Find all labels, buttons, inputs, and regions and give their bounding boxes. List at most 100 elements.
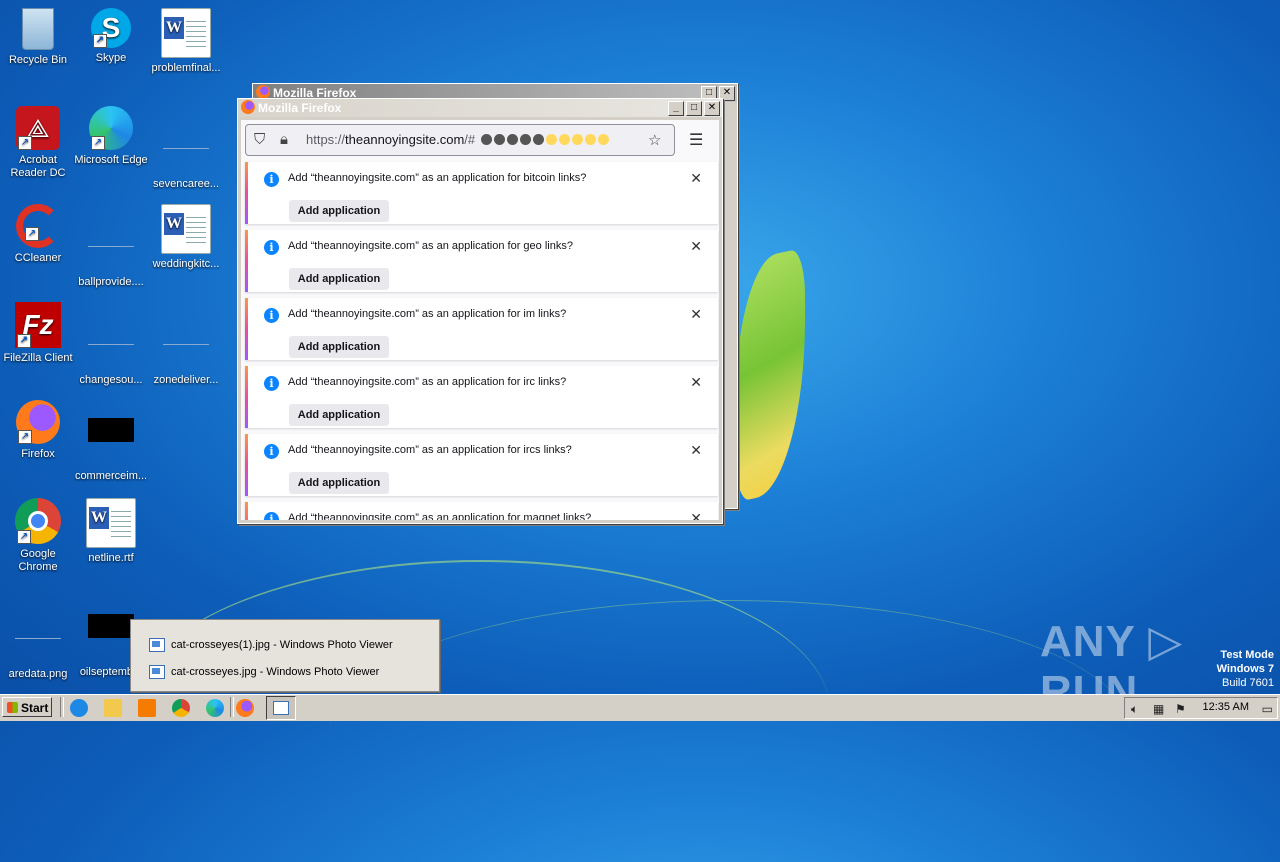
- skype-icon: S ↗: [91, 8, 131, 48]
- close-notification-icon[interactable]: ✕: [690, 374, 702, 391]
- word-document-icon: [161, 8, 211, 58]
- desktop-icon-acrobat[interactable]: ⟁ ↗ Acrobat Reader DC: [0, 106, 76, 180]
- filezilla-icon: Fz ↗: [15, 302, 61, 348]
- close-notification-icon[interactable]: ✕: [690, 442, 702, 459]
- url-emoji-dot: [533, 134, 544, 145]
- edge-icon[interactable]: [206, 699, 224, 717]
- file-thumbnail-icon: [88, 614, 134, 638]
- word-document-icon: [86, 498, 136, 548]
- clock[interactable]: 12:35 AM: [1203, 701, 1249, 713]
- firefox-taskbar-button[interactable]: [236, 699, 254, 717]
- notification-bar: i Add “theannoyingsite.com” as an applic…: [245, 502, 718, 520]
- start-button[interactable]: Start: [2, 697, 52, 717]
- desktop-icon-file[interactable]: changesou...: [73, 302, 149, 387]
- close-notification-icon[interactable]: ✕: [690, 510, 702, 520]
- url-emoji-dot: [572, 134, 583, 145]
- file-thumbnail-icon: [163, 322, 209, 345]
- file-explorer-icon[interactable]: [104, 699, 122, 717]
- close-notification-icon[interactable]: ✕: [690, 170, 702, 187]
- taskbar-thumbnail-list: cat-crosseyes(1).jpg - Windows Photo Vie…: [130, 619, 440, 692]
- taskbar-separator: [60, 697, 64, 717]
- add-application-button[interactable]: Add application: [289, 404, 389, 426]
- desktop-icon-edge[interactable]: ↗ Microsoft Edge: [73, 106, 149, 167]
- file-thumbnail-icon: [88, 418, 134, 442]
- firefox-icon: ↗: [16, 400, 60, 444]
- url-bar[interactable]: ⛉ 🔒︎ https://theannoyingsite.com/# ☆: [245, 124, 675, 156]
- recycle-bin-icon: [22, 8, 54, 50]
- desktop-icon-file[interactable]: sevencaree...: [148, 106, 224, 191]
- info-icon: i: [264, 444, 279, 459]
- add-application-button[interactable]: Add application: [289, 268, 389, 290]
- taskbar-separator: [230, 697, 234, 717]
- add-application-button[interactable]: Add application: [289, 200, 389, 222]
- volume-icon[interactable]: 🔈︎: [1131, 702, 1138, 717]
- desktop-icon-document[interactable]: weddingkitc...: [148, 204, 224, 271]
- close-button[interactable]: ✕: [704, 101, 720, 116]
- info-icon: i: [264, 376, 279, 391]
- photo-viewer-taskbar-button[interactable]: [266, 696, 296, 720]
- ccleaner-icon: ↗: [16, 204, 60, 248]
- chrome-icon[interactable]: [172, 699, 190, 717]
- info-icon: i: [264, 308, 279, 323]
- desktop-icon-file[interactable]: aredata.png: [0, 596, 76, 681]
- file-thumbnail-icon: [88, 224, 134, 247]
- desktop-icon-firefox[interactable]: ↗ Firefox: [0, 400, 76, 461]
- url-emoji-dot: [520, 134, 531, 145]
- bookmark-star-icon[interactable]: ☆: [648, 131, 661, 149]
- info-icon: i: [264, 172, 279, 187]
- desktop-icon-chrome[interactable]: ↗ Google Chrome: [0, 498, 76, 574]
- info-icon: i: [264, 512, 279, 520]
- chrome-icon: ↗: [15, 498, 61, 544]
- window-title: Mozilla Firefox: [258, 101, 342, 115]
- maximize-button[interactable]: □: [686, 101, 702, 116]
- firefox-window[interactable]: Mozilla Firefox _ □ ✕ ⛉ 🔒︎ https://thean…: [237, 98, 723, 524]
- browser-content: ⛉ 🔒︎ https://theannoyingsite.com/# ☆ ☰ i…: [241, 120, 719, 520]
- add-application-button[interactable]: Add application: [289, 336, 389, 358]
- notification-bar: i Add “theannoyingsite.com” as an applic…: [245, 298, 718, 360]
- desktop-icon-recycle-bin[interactable]: Recycle Bin: [0, 8, 76, 67]
- hamburger-menu-icon[interactable]: ☰: [689, 130, 703, 150]
- desktop-icon-filezilla[interactable]: Fz ↗ FileZilla Client: [0, 302, 76, 365]
- desktop-icon-skype[interactable]: S ↗ Skype: [73, 8, 149, 65]
- url-text: https://theannoyingsite.com/#: [306, 132, 476, 147]
- desktop-icon-file[interactable]: commerceim...: [73, 400, 149, 483]
- url-emoji-dot: [598, 134, 609, 145]
- word-document-icon: [161, 204, 211, 254]
- taskbar: Start 🔈︎ ▦ ⚑ 12:35 AM ▭: [0, 694, 1280, 721]
- desktop-icon-document[interactable]: problemfinal...: [148, 8, 224, 75]
- test-mode-label: Test Mode Windows 7 Build 7601: [1216, 649, 1274, 689]
- window-titlebar[interactable]: Mozilla Firefox _ □ ✕: [238, 99, 722, 117]
- url-emoji-dot: [559, 134, 570, 145]
- firefox-icon: [256, 85, 270, 99]
- url-emoji-dot: [585, 134, 596, 145]
- system-tray: 🔈︎ ▦ ⚑ 12:35 AM ▭: [1124, 697, 1278, 719]
- minimize-button[interactable]: _: [668, 101, 684, 116]
- shield-icon[interactable]: ⛉: [254, 131, 265, 148]
- edge-icon: ↗: [89, 106, 133, 150]
- add-application-button[interactable]: Add application: [289, 472, 389, 494]
- taskbar-window-item[interactable]: cat-crosseyes(1).jpg - Windows Photo Vie…: [149, 635, 393, 655]
- media-player-icon[interactable]: [138, 699, 156, 717]
- desktop-icon-file[interactable]: zonedeliver...: [148, 302, 224, 387]
- action-center-flag-icon[interactable]: ⚑: [1175, 702, 1186, 716]
- close-notification-icon[interactable]: ✕: [690, 306, 702, 323]
- file-thumbnail-icon: [88, 322, 134, 345]
- taskbar-window-item[interactable]: cat-crosseyes.jpg - Windows Photo Viewer: [149, 662, 379, 682]
- lock-icon[interactable]: 🔒︎: [280, 131, 288, 148]
- desktop-icon-file[interactable]: ballprovide....: [73, 204, 149, 289]
- internet-explorer-icon[interactable]: [70, 699, 88, 717]
- notification-bar: i Add “theannoyingsite.com” as an applic…: [245, 366, 718, 428]
- notification-bar: i Add “theannoyingsite.com” as an applic…: [245, 434, 718, 496]
- show-desktop-icon[interactable]: ▭: [1262, 702, 1273, 716]
- close-notification-icon[interactable]: ✕: [690, 238, 702, 255]
- file-thumbnail-icon: [163, 126, 209, 149]
- url-emoji-dot: [481, 134, 492, 145]
- notification-bar: i Add “theannoyingsite.com” as an applic…: [245, 162, 718, 224]
- wallpaper-logo: [735, 247, 805, 503]
- desktop-icon-ccleaner[interactable]: ↗ CCleaner: [0, 204, 76, 265]
- desktop-icon-document[interactable]: netline.rtf: [73, 498, 149, 565]
- url-emoji-dot: [494, 134, 505, 145]
- file-thumbnail-icon: [15, 616, 61, 639]
- firefox-icon: [241, 100, 255, 114]
- network-icon[interactable]: ▦: [1153, 702, 1164, 716]
